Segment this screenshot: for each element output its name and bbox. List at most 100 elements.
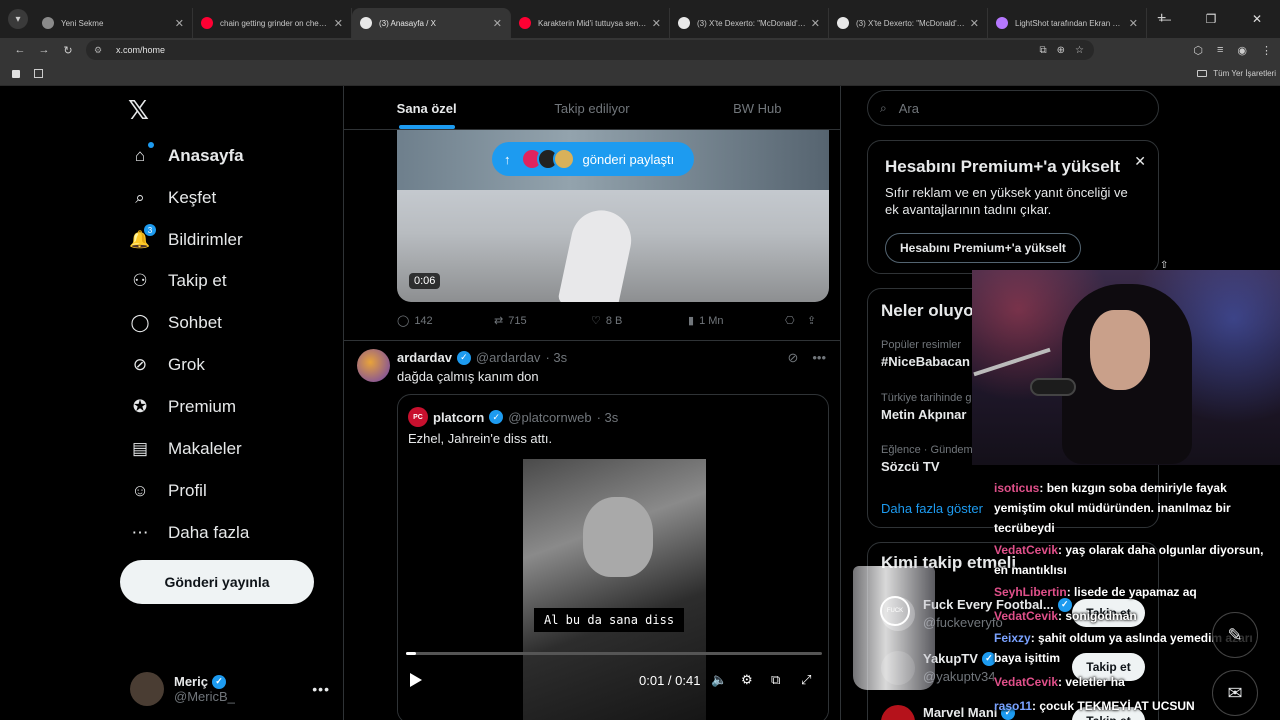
- nav-item-8[interactable]: ☺ Profil: [128, 473, 206, 509]
- browser-tab[interactable]: (3) X'te Dexerto: "McDonald's h... ✕: [829, 8, 988, 38]
- media-icon[interactable]: ≡: [1217, 44, 1223, 56]
- notification-badge: 3: [144, 224, 156, 236]
- nav-item-0[interactable]: ⌂ Anasayfa: [128, 138, 244, 174]
- show-more-link[interactable]: Daha fazla göster: [881, 501, 983, 516]
- nav-item-2[interactable]: 🔔 3 Bildirimler: [128, 222, 243, 258]
- nav-item-4[interactable]: ◯ Sohbet: [128, 305, 222, 341]
- maximize-button[interactable]: ❐: [1188, 12, 1234, 26]
- minimize-button[interactable]: —: [1142, 12, 1188, 26]
- address-bar[interactable]: ⚙ x.com/home ⧉ ⊕ ☆: [86, 40, 1094, 60]
- nav-item-1[interactable]: ⌕ Keşfet: [128, 180, 216, 216]
- reply-button[interactable]: ◯ 142: [397, 314, 494, 328]
- like-button[interactable]: ♡ 8 B: [591, 314, 688, 328]
- video-progress-bar[interactable]: [406, 652, 822, 655]
- nav-item-9[interactable]: ⋯ Daha fazla: [128, 515, 250, 551]
- nav-item-6[interactable]: ✪ Premium: [128, 389, 236, 425]
- tab-following[interactable]: Takip ediliyor: [509, 86, 674, 129]
- trend-name: Metin Akpınar: [881, 407, 967, 422]
- pip-icon[interactable]: ⧉: [771, 672, 780, 688]
- browser-tab[interactable]: (3) X'te Dexerto: "McDonald's h... ✕: [670, 8, 829, 38]
- avatar: [130, 672, 164, 706]
- trend-name: #NiceBabacan: [881, 354, 970, 369]
- all-bookmarks-label: Tüm Yer İşaretleri: [1213, 69, 1276, 78]
- compose-post-icon[interactable]: ✎: [1212, 612, 1258, 658]
- author-name[interactable]: ardardav: [397, 350, 452, 365]
- settings-icon[interactable]: ⚙: [741, 672, 753, 688]
- bell-icon: 🔔 3: [128, 224, 156, 252]
- all-bookmarks[interactable]: Tüm Yer İşaretleri: [1197, 69, 1276, 78]
- trend-category: Türkiye tarihinde g: [881, 392, 972, 404]
- close-tab-icon[interactable]: ✕: [652, 17, 661, 30]
- new-posts-pill[interactable]: ↑ gönderi paylaştı: [492, 142, 694, 176]
- grok-icon[interactable]: ⊘: [787, 350, 798, 366]
- trend-item[interactable]: Eğlence · Gündem Sözcü TV: [881, 444, 973, 474]
- account-switcher[interactable]: Meriç ✓ @MericB_ •••: [130, 669, 330, 709]
- timeline: Sana özel Takip ediliyor BW Hub ↑ gönder…: [343, 86, 841, 720]
- nav-item-7[interactable]: ▤ Makaleler: [128, 431, 242, 467]
- share-button[interactable]: ⇪: [807, 314, 829, 327]
- chat-icon: ◯: [130, 313, 150, 332]
- trend-item[interactable]: Türkiye tarihinde g Metin Akpınar: [881, 392, 972, 422]
- back-button[interactable]: ←: [8, 44, 32, 56]
- reload-button[interactable]: ↻: [56, 44, 80, 57]
- install-app-icon[interactable]: ⧉: [1040, 45, 1047, 56]
- views-button[interactable]: ▮ 1 Mn: [688, 314, 785, 328]
- close-icon[interactable]: ✕: [1134, 153, 1146, 170]
- account-name-row: Meriç ✓: [174, 674, 235, 689]
- close-window-button[interactable]: ✕: [1234, 12, 1280, 26]
- browser-tab[interactable]: chain getting grinder on cheese... ✕: [193, 8, 352, 38]
- browser-tab[interactable]: Karakterin Mid'i tuttuysa sen de... ✕: [511, 8, 670, 38]
- bookmark-button[interactable]: ⎔: [785, 314, 807, 327]
- premium-upgrade-button[interactable]: Hesabını Premium+'a yükselt: [885, 233, 1081, 263]
- nav-item-3[interactable]: ⚇ Takip et: [128, 263, 226, 299]
- quote-video-player[interactable]: Al bu da sana diss 0:01 / 0:41 🔈 ⚙ ⧉ ⤢: [398, 455, 828, 720]
- close-tab-icon[interactable]: ✕: [493, 17, 502, 30]
- profile-icon[interactable]: ◉: [1237, 44, 1247, 57]
- apps-grid-icon[interactable]: [34, 69, 43, 78]
- close-tab-icon[interactable]: ✕: [1129, 17, 1138, 30]
- close-tab-icon[interactable]: ✕: [811, 17, 820, 30]
- more-dots-icon[interactable]: •••: [312, 681, 330, 697]
- video-frame: [557, 204, 637, 302]
- more-dots-icon[interactable]: •••: [812, 350, 826, 366]
- chat-message: isoticus: ben kızgın soba demiriyle faya…: [994, 478, 1278, 538]
- avatar[interactable]: [357, 349, 390, 382]
- tweet-time[interactable]: · 3s: [545, 350, 567, 365]
- chrome-icon: [42, 17, 54, 29]
- nav-label: Sohbet: [168, 313, 222, 332]
- pill-avatars: [520, 148, 575, 170]
- site-info-icon[interactable]: ⚙: [94, 45, 108, 56]
- search-input[interactable]: ⌕ Ara: [867, 90, 1159, 126]
- extensions-icon[interactable]: ⬡: [1193, 44, 1203, 57]
- chat-username: VedatCevik: [994, 675, 1059, 689]
- articles-icon: ▤: [131, 439, 149, 458]
- zoom-icon[interactable]: ⊕: [1057, 45, 1065, 56]
- nav-item-5[interactable]: ⊘ Grok: [128, 347, 205, 383]
- tab-search-button[interactable]: ▾: [8, 9, 28, 29]
- close-tab-icon[interactable]: ✕: [175, 17, 184, 30]
- post-button[interactable]: Gönderi yayınla: [120, 560, 314, 604]
- bookmark-icon[interactable]: [12, 69, 20, 78]
- fullscreen-icon[interactable]: ⤢: [801, 672, 811, 688]
- close-tab-icon[interactable]: ✕: [970, 17, 979, 30]
- play-icon[interactable]: [410, 673, 422, 687]
- tab-for-you[interactable]: Sana özel: [344, 86, 509, 129]
- x-logo-icon[interactable]: 𝕏: [128, 96, 149, 126]
- quote-tweet[interactable]: PC platcorn ✓ @platcornweb · 3s Ezhel, J…: [397, 394, 829, 720]
- menu-icon[interactable]: ⋮: [1261, 44, 1272, 57]
- tweet-tools: ⊘ •••: [787, 350, 826, 366]
- messages-icon[interactable]: ✉: [1212, 670, 1258, 716]
- author-handle[interactable]: @ardardav: [476, 350, 541, 365]
- tab-bw-hub[interactable]: BW Hub: [675, 86, 840, 129]
- streamer-face: [1090, 310, 1150, 390]
- trend-item[interactable]: Popüler resimler #NiceBabacan: [881, 339, 970, 369]
- forward-button[interactable]: →: [32, 44, 56, 56]
- volume-icon[interactable]: 🔈: [711, 672, 727, 688]
- browser-tab[interactable]: (3) Anasayfa / X ✕: [352, 8, 511, 38]
- browser-tab[interactable]: LightShot tarafından Ekran Görü... ✕: [988, 8, 1147, 38]
- browser-tab[interactable]: Yeni Sekme ✕: [34, 8, 193, 38]
- home-icon: ⌂: [128, 142, 154, 168]
- retweet-button[interactable]: ⇄ 715: [494, 314, 591, 328]
- close-tab-icon[interactable]: ✕: [334, 17, 343, 30]
- bookmark-star-icon[interactable]: ☆: [1075, 45, 1084, 56]
